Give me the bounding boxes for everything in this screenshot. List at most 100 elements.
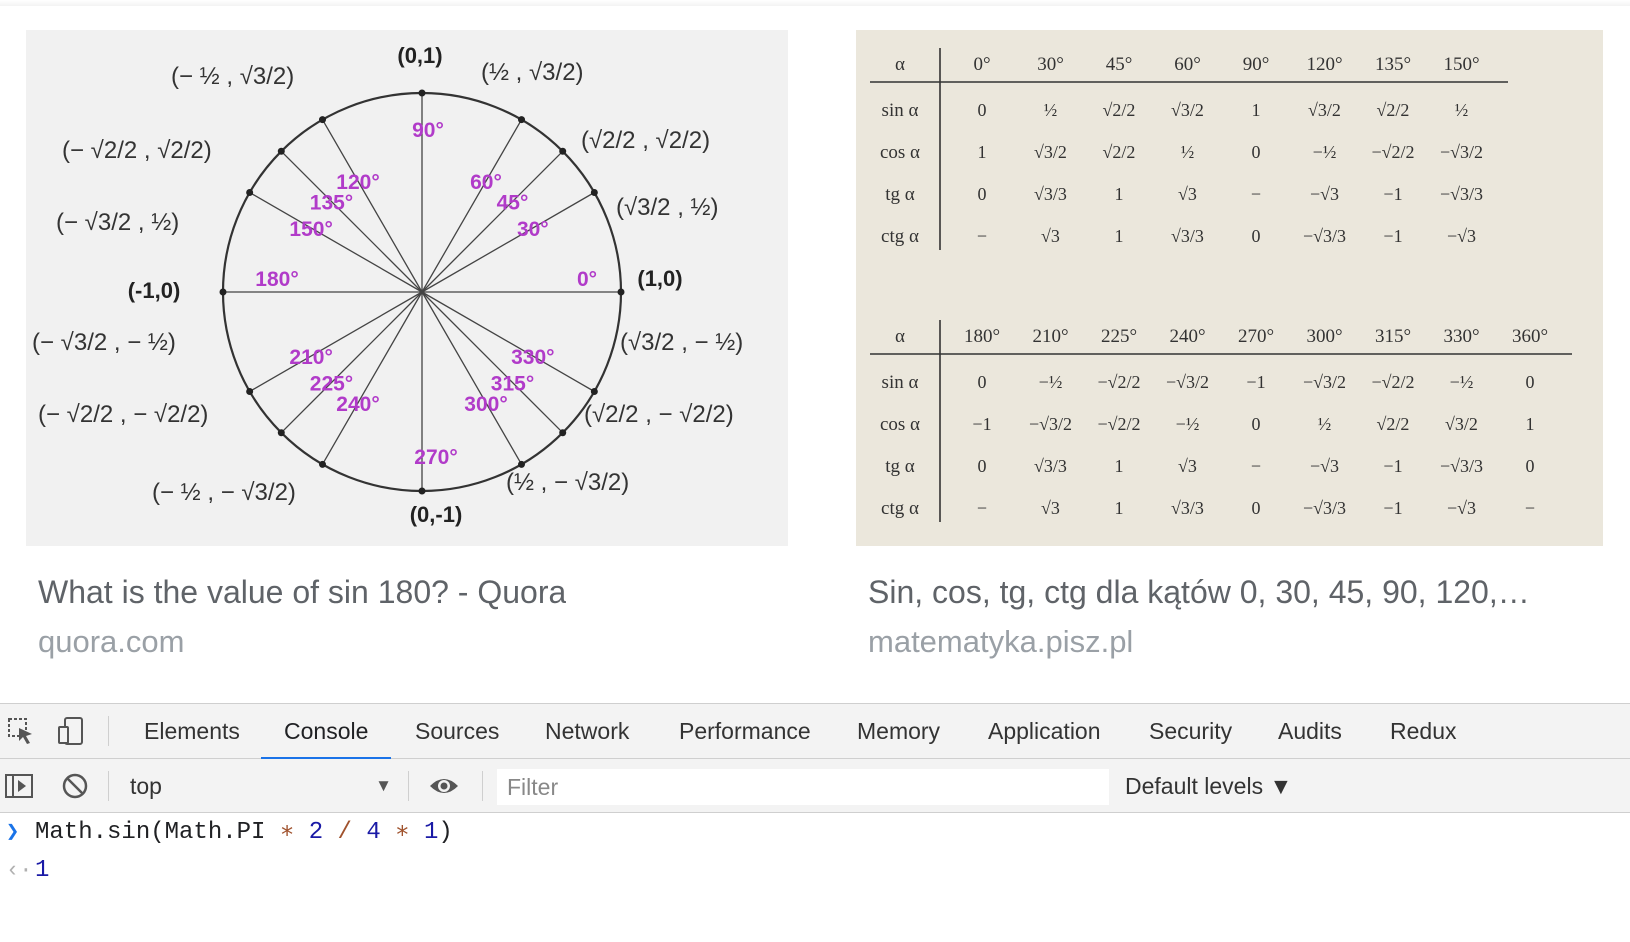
code-text: ) (438, 819, 453, 846)
table-cell: −1 (1383, 498, 1402, 518)
table-cell: ½ (1181, 142, 1195, 162)
table-cell: 0 (1526, 456, 1535, 476)
result-title[interactable]: Sin, cos, tg, ctg dla kątów 0, 30, 45, 9… (868, 574, 1596, 611)
table-header-cell: 180° (964, 326, 1000, 347)
table-header-cell: 360° (1512, 326, 1548, 347)
table-cell: −1 (972, 414, 991, 434)
result-site[interactable]: matematyka.pisz.pl (868, 624, 1133, 660)
table-cell: −√3/2 (1440, 142, 1483, 162)
tab-elements[interactable]: Elements (121, 704, 263, 759)
table-cell: −√3/3 (1303, 498, 1346, 518)
trig-table-180-360: α 180° 210° 225° 240° 270° 300° 315° 330° 360° sin… (870, 320, 1572, 522)
table-cell: −1 (1246, 372, 1265, 392)
table-cell: −½ (1039, 372, 1063, 392)
table-cell: √2/2 (1377, 100, 1410, 120)
table-cell: √2/2 (1103, 142, 1136, 162)
coord-label: (√2/2 , − √2/2) (584, 401, 734, 428)
table-header-cell: 0° (973, 54, 990, 75)
axis-point-right: (1,0) (637, 266, 682, 291)
circle-point (246, 388, 254, 395)
table-header-cell: 315° (1375, 326, 1411, 347)
console-input-code[interactable]: Math.sin(Math.PI ∗ 2 / 4 ∗ 1) (35, 815, 453, 851)
table-cell: 0 (978, 372, 987, 392)
table-header-cell: 330° (1443, 326, 1479, 347)
table-cell: −½ (1313, 142, 1337, 162)
coord-label: (√2/2 , √2/2) (581, 127, 710, 154)
tab-sources[interactable]: Sources (392, 704, 522, 759)
toolbar-divider (108, 716, 109, 746)
prompt-chevron-icon: ❯ (6, 820, 20, 845)
console-result-value: 1 (35, 857, 50, 884)
angle-label: 0° (577, 268, 597, 291)
angle-label: 270° (414, 446, 457, 469)
table-row-label: sin α (882, 100, 919, 121)
device-toolbar-icon[interactable] (56, 716, 86, 746)
circle-point (319, 116, 326, 124)
devtools-panel: Elements Console Sources Network Performance… (0, 703, 1630, 942)
table-cell: √2/2 (1103, 100, 1136, 120)
console-toolbar: top ▼ Default levels ▼ (0, 759, 1630, 813)
angle-label: 150° (289, 218, 332, 241)
result-card-matematyka[interactable]: α 0° 30° 45° 60° 90° 120° 135° 150° sin α 0 ½ √2/2 √3… (856, 30, 1603, 659)
result-title[interactable]: What is the value of sin 180? - Quora (38, 574, 566, 611)
table-row-label: ctg α (881, 226, 919, 247)
context-selector[interactable]: top ▼ (130, 768, 400, 804)
tab-memory[interactable]: Memory (834, 704, 963, 759)
table-cell: 1 (1115, 184, 1124, 204)
table-cell: 1 (1115, 456, 1124, 476)
coord-label: (− ½ , − √3/2) (152, 479, 296, 506)
tab-audits[interactable]: Audits (1255, 704, 1365, 759)
angle-label: 210° (289, 346, 332, 369)
circle-point (559, 429, 567, 437)
table-cell: 1 (978, 142, 987, 162)
image-results: 0° 30° 45° 60° 90° 120° 135° 150° 180° 210° 225° 24… (0, 0, 1630, 703)
tab-security[interactable]: Security (1126, 704, 1255, 759)
table-cell: −½ (1450, 372, 1474, 392)
console-output[interactable]: ❯ Math.sin(Math.PI ∗ 2 / 4 ∗ 1) ‹· 1 (0, 813, 1630, 942)
table-cell: −√3 (1310, 184, 1339, 204)
table-header-cell: 60° (1174, 54, 1201, 75)
table-cell: −√2/2 (1097, 372, 1140, 392)
circle-point (518, 116, 525, 124)
result-site[interactable]: quora.com (38, 624, 184, 660)
tab-network[interactable]: Network (522, 704, 652, 759)
toolbar-divider (408, 771, 409, 801)
tab-application[interactable]: Application (965, 704, 1124, 759)
table-cell: −√3/2 (1029, 414, 1072, 434)
table-cell: −1 (1383, 184, 1402, 204)
table-cell: −√3 (1310, 456, 1339, 476)
angle-label: 135° (310, 191, 353, 214)
angle-label: 90° (412, 119, 444, 142)
sidebar-toggle-icon[interactable] (4, 771, 34, 801)
table-header-cell: 120° (1306, 54, 1342, 75)
table-header-cell: 90° (1243, 54, 1270, 75)
table-cell: 1 (1526, 414, 1535, 434)
table-row-label: cos α (880, 142, 920, 163)
circle-point (418, 487, 426, 495)
inspect-element-icon[interactable] (6, 716, 36, 746)
table-cell: −√3/2 (1166, 372, 1209, 392)
angle-label: 30° (517, 218, 549, 241)
table-header-cell: 300° (1306, 326, 1342, 347)
axis-point-bottom: (0,-1) (410, 502, 463, 527)
tab-redux[interactable]: Redux (1367, 704, 1479, 759)
circle-point (617, 288, 625, 296)
console-filter-input[interactable] (497, 769, 1109, 805)
circle-point (559, 147, 567, 155)
table-cell: −√2/2 (1097, 414, 1140, 434)
tab-performance[interactable]: Performance (656, 704, 834, 759)
log-levels-dropdown[interactable]: Default levels ▼ (1125, 768, 1292, 804)
toolbar-divider (108, 771, 109, 801)
unit-circle-thumbnail[interactable]: 0° 30° 45° 60° 90° 120° 135° 150° 180° 210° 225° 24… (26, 30, 788, 546)
tab-console[interactable]: Console (261, 704, 392, 760)
clear-console-icon[interactable] (60, 771, 90, 801)
trig-table-thumbnail[interactable]: α 0° 30° 45° 60° 90° 120° 135° 150° sin α 0 ½ √2/2 √3… (856, 30, 1603, 546)
circle-point (246, 189, 254, 196)
result-card-quora[interactable]: 0° 30° 45° 60° 90° 120° 135° 150° 180° 210° 225° 24… (26, 30, 788, 659)
table-cell: −1 (1383, 456, 1402, 476)
eye-icon[interactable] (428, 771, 458, 801)
table-header-cell: 210° (1032, 326, 1068, 347)
console-input-line[interactable]: ❯ Math.sin(Math.PI ∗ 2 / 4 ∗ 1) (0, 815, 1630, 851)
